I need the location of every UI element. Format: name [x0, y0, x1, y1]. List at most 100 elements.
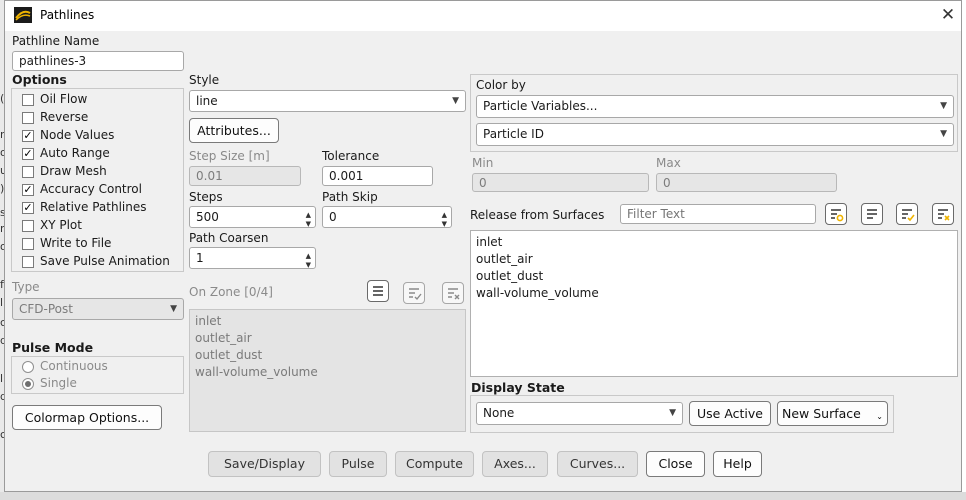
- write-to-file-checkbox[interactable]: [22, 238, 34, 250]
- colormap-options-button[interactable]: Colormap Options...: [12, 405, 162, 430]
- compute-button[interactable]: Compute: [395, 451, 474, 477]
- style-label: Style: [189, 73, 220, 87]
- attributes-button[interactable]: Attributes...: [189, 118, 279, 143]
- type-value: CFD-Post: [19, 302, 73, 316]
- relative-pathlines-label: Relative Pathlines: [40, 200, 147, 214]
- min-input[interactable]: 0: [472, 173, 649, 192]
- list-clear-icon: [448, 288, 460, 300]
- accuracy-control-checkbox[interactable]: ✓: [22, 184, 34, 196]
- list-clear-button[interactable]: [442, 282, 464, 304]
- save-display-button[interactable]: Save/Display: [208, 451, 321, 477]
- path-coarsen-value: 1: [196, 251, 204, 265]
- color-by-secondary-value: Particle ID: [483, 127, 544, 141]
- path-coarsen-spinner[interactable]: 1 ▲ ▼: [189, 247, 316, 269]
- color-by-primary-dropdown[interactable]: Particle Variables... ▼: [476, 95, 954, 118]
- reverse-label: Reverse: [40, 110, 89, 124]
- spin-down-icon[interactable]: ▼: [306, 258, 311, 272]
- list-item[interactable]: inlet: [195, 313, 460, 330]
- list-check-icon: [902, 209, 915, 222]
- list-clear-icon: [938, 209, 950, 221]
- color-by-label: Color by: [476, 78, 526, 92]
- color-by-primary-value: Particle Variables...: [483, 99, 598, 113]
- list-check-button[interactable]: [403, 282, 425, 304]
- fluent-app-icon: [14, 7, 32, 23]
- on-zone-list[interactable]: inlet outlet_air outlet_dust wall-volume…: [189, 309, 466, 432]
- chevron-down-icon: ▼: [669, 408, 676, 418]
- spin-down-icon[interactable]: ▼: [306, 217, 311, 231]
- list-item[interactable]: outlet_dust: [195, 347, 460, 364]
- list-item[interactable]: wall-volume_volume: [195, 364, 460, 381]
- oil-flow-checkbox[interactable]: [22, 94, 34, 106]
- pulse-mode-header: Pulse Mode: [12, 340, 94, 355]
- relative-pathlines-checkbox[interactable]: ✓: [22, 202, 34, 214]
- list-select-all-button[interactable]: [367, 280, 389, 302]
- release-surfaces-list[interactable]: inlet outlet_air outlet_dust wall-volume…: [470, 230, 958, 377]
- display-state-dropdown[interactable]: None ▼: [476, 402, 683, 425]
- path-skip-spinner[interactable]: 0 ▲ ▼: [322, 206, 452, 228]
- list-item[interactable]: outlet_air: [195, 330, 460, 347]
- steps-label: Steps: [189, 190, 223, 204]
- reverse-checkbox[interactable]: [22, 112, 34, 124]
- path-skip-value: 0: [329, 210, 337, 224]
- list-item[interactable]: outlet_dust: [476, 268, 952, 285]
- list-check-button[interactable]: [896, 203, 918, 225]
- node-values-checkbox[interactable]: ✓: [22, 130, 34, 142]
- pulse-button[interactable]: Pulse: [329, 451, 387, 477]
- step-size-label: Step Size [m]: [189, 149, 270, 163]
- save-pulse-animation-label: Save Pulse Animation: [40, 254, 170, 268]
- chevron-down-icon: ▼: [940, 129, 947, 139]
- continuous-label: Continuous: [40, 359, 108, 373]
- single-radio[interactable]: [22, 378, 34, 390]
- chevron-down-icon: ⌄: [876, 412, 883, 421]
- axes-button[interactable]: Axes...: [482, 451, 548, 477]
- chevron-down-icon: ▼: [452, 96, 459, 106]
- continuous-radio[interactable]: [22, 361, 34, 373]
- pathline-name-label: Pathline Name: [12, 34, 100, 48]
- tolerance-input[interactable]: 0.001: [322, 166, 433, 186]
- release-from-surfaces-label: Release from Surfaces: [470, 208, 605, 222]
- help-button[interactable]: Help: [713, 451, 762, 477]
- spin-down-icon[interactable]: ▼: [442, 217, 447, 231]
- check-icon: ✓: [23, 129, 33, 142]
- close-window-icon[interactable]: ✕: [938, 4, 958, 26]
- type-dropdown[interactable]: CFD-Post ▼: [12, 298, 184, 320]
- list-new-icon: [831, 209, 844, 222]
- auto-range-label: Auto Range: [40, 146, 110, 160]
- step-size-input[interactable]: 0.01: [189, 166, 301, 186]
- new-surface-label: New Surface: [782, 406, 861, 421]
- list-item[interactable]: inlet: [476, 234, 952, 251]
- draw-mesh-checkbox[interactable]: [22, 166, 34, 178]
- path-coarsen-label: Path Coarsen: [189, 231, 269, 245]
- save-pulse-animation-checkbox[interactable]: [22, 256, 34, 268]
- list-item[interactable]: wall-volume_volume: [476, 285, 952, 302]
- auto-range-checkbox[interactable]: ✓: [22, 148, 34, 160]
- tolerance-label: Tolerance: [322, 149, 380, 163]
- on-zone-label: On Zone [0/4]: [189, 285, 273, 299]
- title-bar: [5, 1, 961, 31]
- check-icon: ✓: [23, 201, 33, 214]
- xy-plot-label: XY Plot: [40, 218, 82, 232]
- list-item[interactable]: outlet_air: [476, 251, 952, 268]
- close-button[interactable]: Close: [646, 451, 705, 477]
- surface-filter-input[interactable]: [620, 204, 816, 224]
- list-check-icon: [409, 288, 422, 301]
- steps-value: 500: [196, 210, 219, 224]
- check-icon: ✓: [23, 147, 33, 160]
- curves-button[interactable]: Curves...: [557, 451, 638, 477]
- list-clear-button[interactable]: [932, 203, 954, 225]
- new-surface-button[interactable]: New Surface ⌄: [777, 401, 888, 426]
- use-active-button[interactable]: Use Active: [689, 401, 771, 426]
- list-add-button[interactable]: [825, 203, 847, 225]
- color-by-secondary-dropdown[interactable]: Particle ID ▼: [476, 123, 954, 146]
- pathline-name-input[interactable]: pathlines-3: [12, 51, 184, 71]
- style-dropdown[interactable]: line ▼: [189, 90, 466, 112]
- single-label: Single: [40, 376, 77, 390]
- draw-mesh-label: Draw Mesh: [40, 164, 107, 178]
- max-label: Max: [656, 156, 681, 170]
- max-input[interactable]: 0: [656, 173, 837, 192]
- steps-spinner[interactable]: 500 ▲ ▼: [189, 206, 316, 228]
- xy-plot-checkbox[interactable]: [22, 220, 34, 232]
- list-select-all-button[interactable]: [861, 203, 883, 225]
- options-header: Options: [12, 72, 67, 87]
- display-state-value: None: [483, 406, 515, 420]
